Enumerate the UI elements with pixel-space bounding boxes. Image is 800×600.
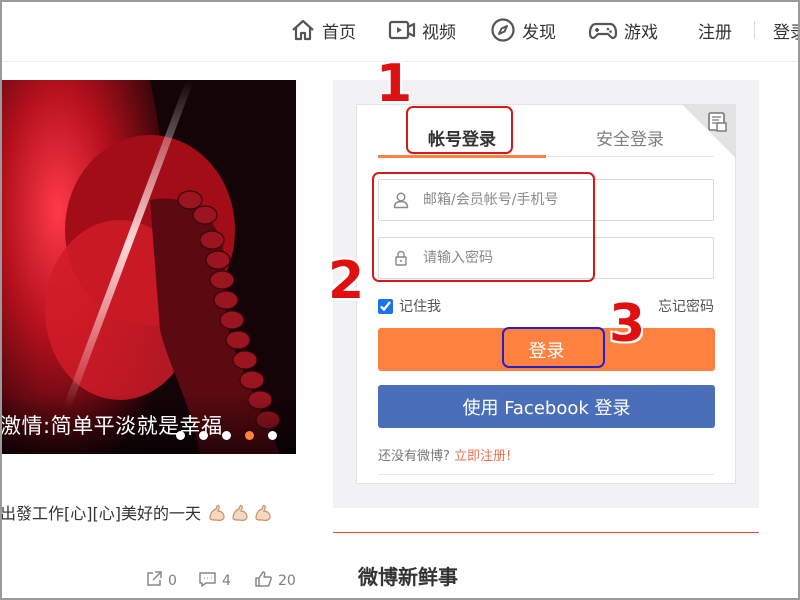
share-count: 0 xyxy=(168,573,177,589)
share-icon xyxy=(145,570,163,592)
user-icon xyxy=(379,191,423,209)
news-section-title: 微博新鲜事 xyxy=(358,565,458,589)
username-input[interactable] xyxy=(423,192,703,208)
remember-me-checkbox[interactable] xyxy=(378,298,393,314)
nav-discover-label: 发现 xyxy=(522,22,556,43)
login-button[interactable]: 登录 xyxy=(378,328,715,371)
carousel-dot[interactable] xyxy=(199,431,208,440)
forgot-password-link[interactable]: 忘记密码 xyxy=(658,296,714,316)
like-count: 20 xyxy=(278,573,296,589)
comment-button[interactable]: 4 xyxy=(198,570,231,592)
lock-icon xyxy=(379,249,423,267)
top-nav: 首页 视频 发现 游戏 注册 登录 xyxy=(0,0,800,62)
password-input[interactable] xyxy=(423,250,703,266)
active-tab-indicator xyxy=(378,155,546,158)
nav-register-link[interactable]: 注册 xyxy=(698,16,732,44)
nav-home[interactable]: 首页 xyxy=(290,16,356,44)
nav-home-label: 首页 xyxy=(322,22,356,43)
comment-icon xyxy=(198,570,217,592)
carousel-dot[interactable] xyxy=(176,431,185,440)
nav-login-link[interactable]: 登录 xyxy=(773,16,800,44)
nav-game-label: 游戏 xyxy=(624,22,658,43)
signup-row: 还没有微博? 立即注册! xyxy=(378,445,511,464)
remember-me[interactable]: 记住我 xyxy=(378,296,441,316)
username-field[interactable] xyxy=(378,179,714,221)
nav-video[interactable]: 视频 xyxy=(388,16,456,44)
flexed-biceps-emoji xyxy=(230,503,250,527)
section-divider xyxy=(333,532,759,533)
nav-discover[interactable]: 发现 xyxy=(490,16,556,44)
card-divider xyxy=(378,474,714,475)
post-text-body: 出發工作[心][心]美好的一天 xyxy=(0,504,201,523)
flexed-biceps-emoji xyxy=(207,503,227,527)
video-icon xyxy=(388,19,416,41)
tab-account-login[interactable]: 帐号登录 xyxy=(428,125,496,150)
compass-icon xyxy=(490,17,516,43)
carousel-dot[interactable] xyxy=(222,431,231,440)
nav-login-label: 登录 xyxy=(773,22,800,43)
thumbs-up-icon xyxy=(254,570,273,592)
remember-me-label: 记住我 xyxy=(399,299,441,315)
home-icon xyxy=(290,18,316,42)
signup-link[interactable]: 立即注册! xyxy=(454,449,511,464)
qr-login-icon[interactable] xyxy=(706,111,728,137)
gamepad-icon xyxy=(588,18,618,42)
nav-video-label: 视频 xyxy=(422,22,456,43)
carousel-dots xyxy=(176,431,277,440)
flexed-biceps-emoji xyxy=(253,503,273,527)
carousel-image[interactable] xyxy=(0,80,296,454)
nav-divider xyxy=(754,21,755,39)
carousel-dot[interactable] xyxy=(268,431,277,440)
comment-count: 4 xyxy=(222,573,231,589)
post-text: 出發工作[心][心]美好的一天 xyxy=(0,500,273,527)
nav-game[interactable]: 游戏 xyxy=(588,16,658,44)
tab-safe-login[interactable]: 安全登录 xyxy=(596,125,664,150)
password-field[interactable] xyxy=(378,237,714,279)
nav-register-label: 注册 xyxy=(698,22,732,43)
like-button[interactable]: 20 xyxy=(254,570,296,592)
share-button[interactable]: 0 xyxy=(145,570,177,592)
carousel-dot-active[interactable] xyxy=(245,431,254,440)
signup-prompt: 还没有微博? xyxy=(378,449,450,464)
facebook-login-button[interactable]: 使用 Facebook 登录 xyxy=(378,385,715,428)
